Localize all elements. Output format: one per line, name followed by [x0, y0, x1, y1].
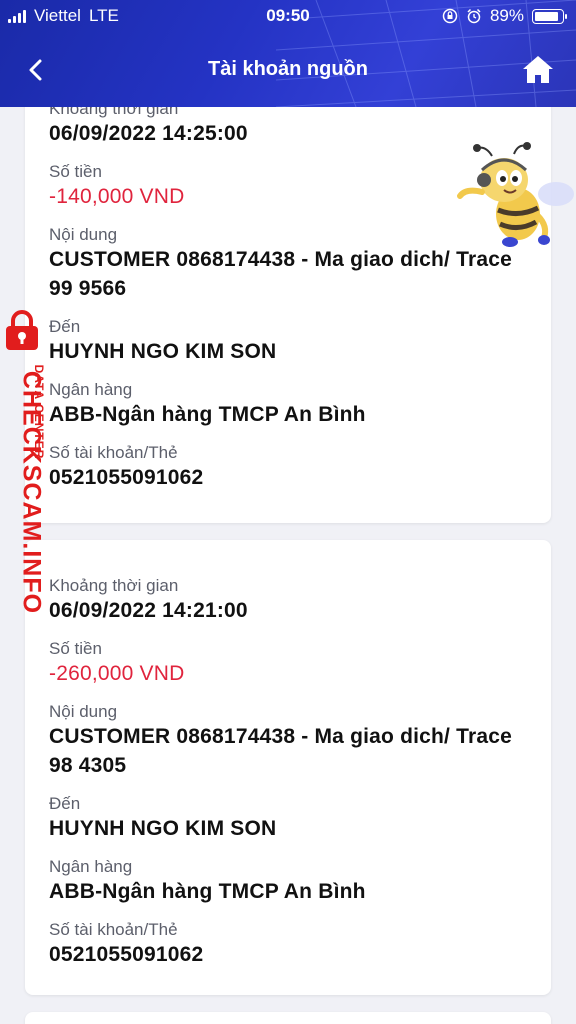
battery-percent: 89%: [489, 6, 524, 25]
page-title: Tài khoản nguồn: [208, 58, 368, 80]
content-field: Nội dung CUSTOMER 0868174438 - Ma giao d…: [49, 702, 527, 780]
time-label: Khoảng thời gian: [49, 576, 179, 595]
recipient-value: HUYNH NGO KIM SON: [49, 340, 277, 363]
amount-label: Số tiền: [49, 639, 102, 658]
home-icon[interactable]: [520, 52, 556, 88]
recipient-field: Đến HUYNH NGO KIM SON: [49, 317, 527, 366]
amount-field: Số tiền -260,000 VND: [49, 639, 527, 688]
alarm-icon: [467, 8, 481, 24]
time-field: Khoảng thời gian 06/09/2022 14:21:00: [49, 576, 527, 625]
account-field: Số tài khoản/Thẻ 0521055091062: [49, 443, 527, 492]
watermark: DATA CENTER CHECKSCAM.INFO: [4, 310, 60, 614]
account-label: Số tài khoản/Thẻ: [49, 443, 178, 462]
bank-label: Ngân hàng: [49, 380, 133, 399]
bee-mascot-icon: [457, 142, 574, 247]
content-value: CUSTOMER 0868174438 - Ma giao dich/ Trac…: [49, 725, 513, 777]
account-label: Số tài khoản/Thẻ: [49, 920, 178, 939]
time-label: Khoảng thời gian: [49, 107, 179, 118]
time-value: 06/09/2022 14:21:00: [49, 599, 248, 622]
transaction-card[interactable]: [25, 1012, 551, 1024]
battery-icon: [532, 8, 567, 24]
bank-field: Ngân hàng ABB-Ngân hàng TMCP An Bình: [49, 857, 527, 906]
recipient-field: Đến HUYNH NGO KIM SON: [49, 794, 527, 843]
content-label: Nội dung: [49, 702, 118, 721]
account-value: 0521055091062: [49, 943, 204, 966]
account-field: Số tài khoản/Thẻ 0521055091062: [49, 920, 527, 969]
amount-value: -260,000 VND: [49, 662, 185, 685]
transaction-card[interactable]: Khoảng thời gian 06/09/2022 14:21:00 Số …: [25, 540, 551, 995]
bank-value: ABB-Ngân hàng TMCP An Bình: [49, 403, 366, 426]
status-bar: Viettel LTE 09:50 89%: [0, 0, 576, 32]
app-header: Viettel LTE 09:50 89% Tài khoản nguồn: [0, 0, 576, 107]
rotation-lock-icon: [442, 8, 458, 24]
recipient-value: HUYNH NGO KIM SON: [49, 817, 277, 840]
account-value: 0521055091062: [49, 466, 204, 489]
bank-field: Ngân hàng ABB-Ngân hàng TMCP An Bình: [49, 380, 527, 429]
bank-label: Ngân hàng: [49, 857, 133, 876]
recipient-label: Đến: [49, 317, 81, 336]
watermark-brand: CHECKSCAM.INFO: [17, 370, 46, 615]
nav-bar: Tài khoản nguồn: [0, 46, 576, 94]
bank-value: ABB-Ngân hàng TMCP An Bình: [49, 880, 366, 903]
recipient-label: Đến: [49, 794, 81, 813]
